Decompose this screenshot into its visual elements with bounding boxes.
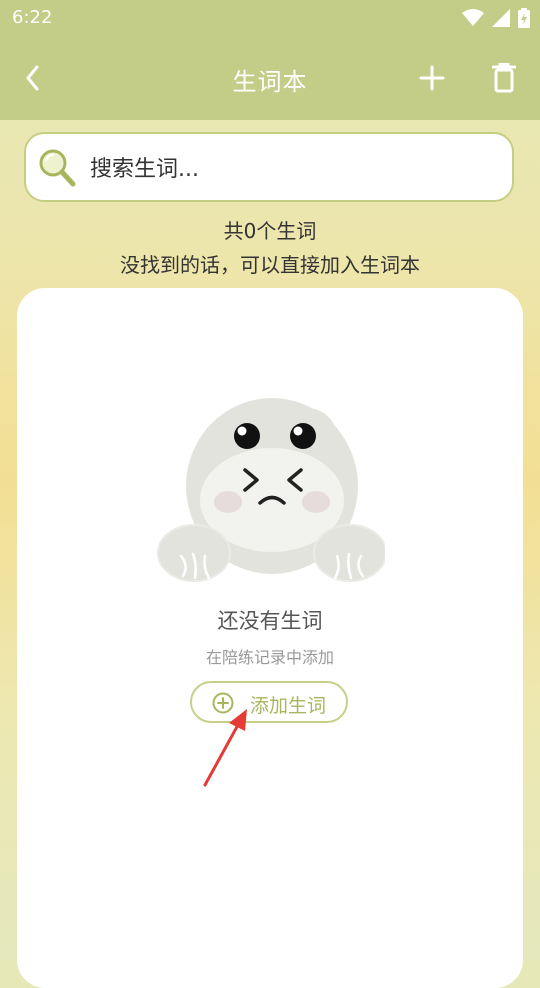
status-icons [462, 8, 530, 28]
plus-icon [419, 65, 445, 91]
delete-button[interactable] [486, 58, 522, 98]
annotation-arrow-icon [203, 709, 247, 787]
search-icon [39, 149, 76, 187]
hint-text: 没找到的话，可以直接加入生词本 [120, 253, 420, 277]
empty-state-subtitle: 在陪练记录中添加 [205, 648, 334, 667]
search-box[interactable] [24, 132, 514, 202]
signal-icon [492, 9, 510, 27]
wifi-icon [462, 9, 484, 26]
search-input[interactable] [88, 152, 492, 186]
page-title: 生词本 [232, 68, 308, 96]
empty-state-card: 还没有生词 在陪练记录中添加 添加生词 [17, 288, 523, 988]
status-time: 6:22 [12, 7, 53, 28]
empty-state-title: 还没有生词 [217, 609, 323, 633]
status-bar: 6:22 [0, 0, 540, 36]
word-count-text: 共0个生词 [223, 219, 317, 243]
battery-charging-icon [518, 8, 530, 28]
app-bar: 生词本 [0, 36, 540, 120]
sad-frog-illustration [157, 398, 385, 582]
trash-icon [492, 63, 516, 93]
add-word-label: 添加生词 [250, 695, 327, 717]
add-button[interactable] [414, 60, 450, 96]
